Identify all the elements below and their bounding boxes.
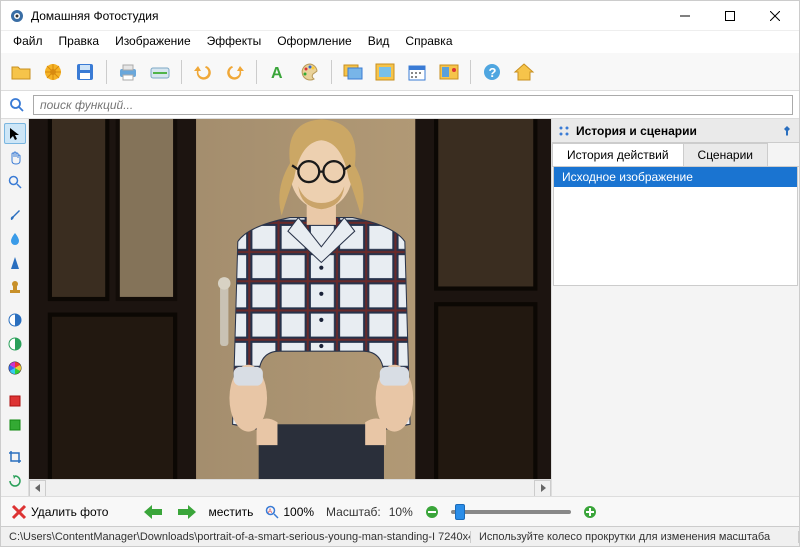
menu-file[interactable]: Файл	[5, 31, 51, 53]
tab-history[interactable]: История действий	[552, 143, 684, 166]
panel-title: История и сценарии	[576, 124, 697, 138]
calendar-button[interactable]	[403, 58, 431, 86]
toolbar-separator	[256, 60, 257, 84]
status-path: C:\Users\ContentManager\Downloads\portra…	[1, 531, 471, 543]
delete-x-icon	[11, 504, 27, 520]
main-area: История и сценарии История действий Сцен…	[1, 119, 799, 496]
zoom-100-label: 100%	[283, 505, 314, 519]
panel-header: История и сценарии	[552, 119, 799, 143]
menu-design[interactable]: Оформление	[269, 31, 359, 53]
hue-tool[interactable]	[4, 333, 26, 354]
status-hint: Используйте колесо прокрутки для изменен…	[471, 531, 799, 543]
search-icon	[7, 95, 27, 115]
fit-label[interactable]: местить	[208, 505, 253, 519]
frame-button[interactable]	[371, 58, 399, 86]
menu-help[interactable]: Справка	[397, 31, 460, 53]
scroll-left-arrow-icon[interactable]	[29, 480, 46, 497]
maximize-button[interactable]	[707, 1, 752, 30]
undo-button[interactable]	[189, 58, 217, 86]
menu-edit[interactable]: Правка	[51, 31, 108, 53]
svg-text:A: A	[268, 509, 272, 515]
svg-text:A: A	[271, 65, 283, 82]
zoom-100-button[interactable]: A 100%	[261, 503, 318, 521]
status-bar: C:\Users\ContentManager\Downloads\portra…	[1, 526, 799, 546]
scroll-right-arrow-icon[interactable]	[534, 480, 551, 497]
scale-value: 10%	[389, 505, 413, 519]
brush-tool[interactable]	[4, 204, 26, 225]
rotate-tool[interactable]	[4, 471, 26, 492]
magnify-a-icon: A	[265, 505, 279, 519]
minimize-button[interactable]	[662, 1, 707, 30]
color-wheel-tool[interactable]	[4, 357, 26, 378]
green-square-tool[interactable]	[4, 414, 26, 435]
drop-tool[interactable]	[4, 228, 26, 249]
tool-palette	[1, 119, 29, 496]
app-icon	[9, 8, 25, 24]
help-button[interactable]: ?	[478, 58, 506, 86]
menu-effects[interactable]: Эффекты	[199, 31, 270, 53]
zoom-slider[interactable]	[451, 510, 571, 514]
menu-view[interactable]: Вид	[360, 31, 398, 53]
print-button[interactable]	[114, 58, 142, 86]
svg-text:?: ?	[489, 65, 497, 80]
panel-dots-icon	[558, 125, 570, 137]
bottom-bar: Удалить фото местить A 100% Масштаб: 10%	[1, 496, 799, 526]
zoom-slider-knob[interactable]	[455, 504, 465, 520]
save-button[interactable]	[71, 58, 99, 86]
delete-photo-label: Удалить фото	[31, 505, 108, 519]
images-button[interactable]	[339, 58, 367, 86]
history-item-original[interactable]: Исходное изображение	[554, 167, 797, 187]
scroll-track[interactable]	[46, 480, 534, 497]
titlebar: Домашняя Фотостудия	[1, 1, 799, 31]
stamp-tool[interactable]	[4, 276, 26, 297]
pin-icon[interactable]	[781, 125, 793, 137]
searchbar	[1, 91, 799, 119]
scale-label: Масштаб:	[326, 505, 381, 519]
text-button[interactable]: A	[264, 58, 292, 86]
menu-image[interactable]: Изображение	[107, 31, 199, 53]
app-title: Домашняя Фотостудия	[31, 9, 662, 23]
prev-button[interactable]	[140, 503, 166, 521]
canvas[interactable]	[29, 119, 551, 479]
hand-tool[interactable]	[4, 147, 26, 168]
redo-button[interactable]	[221, 58, 249, 86]
palette-button[interactable]	[296, 58, 324, 86]
toolbar: A ?	[1, 53, 799, 91]
red-square-tool[interactable]	[4, 390, 26, 411]
delete-photo-button[interactable]: Удалить фото	[7, 502, 112, 522]
catalog-button[interactable]	[39, 58, 67, 86]
contrast-tool[interactable]	[4, 309, 26, 330]
open-folder-button[interactable]	[7, 58, 35, 86]
toolbar-separator	[181, 60, 182, 84]
toolbar-separator	[106, 60, 107, 84]
zoom-tool[interactable]	[4, 171, 26, 192]
crop-tool[interactable]	[4, 447, 26, 468]
history-list[interactable]: Исходное изображение	[553, 166, 798, 286]
toolbar-separator	[470, 60, 471, 84]
toolbar-separator	[331, 60, 332, 84]
search-input[interactable]	[33, 95, 793, 115]
sharpen-tool[interactable]	[4, 252, 26, 273]
close-button[interactable]	[752, 1, 797, 30]
photo-content	[29, 119, 551, 479]
canvas-area	[29, 119, 551, 496]
horizontal-scrollbar[interactable]	[29, 479, 551, 496]
postcard-button[interactable]	[435, 58, 463, 86]
zoom-in-button[interactable]	[579, 503, 601, 521]
next-button[interactable]	[174, 503, 200, 521]
zoom-out-button[interactable]	[421, 503, 443, 521]
menubar: Файл Правка Изображение Эффекты Оформлен…	[1, 31, 799, 53]
panel-tabs: История действий Сценарии	[552, 143, 799, 167]
right-panel: История и сценарии История действий Сцен…	[551, 119, 799, 496]
pointer-tool[interactable]	[4, 123, 26, 144]
scanner-button[interactable]	[146, 58, 174, 86]
tab-scenarios[interactable]: Сценарии	[683, 143, 768, 166]
home-button[interactable]	[510, 58, 538, 86]
